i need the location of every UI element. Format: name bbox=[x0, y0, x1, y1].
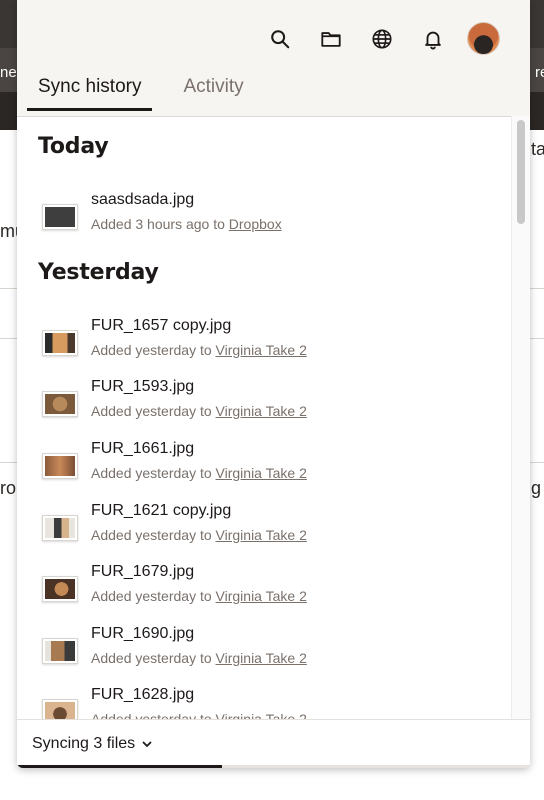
panel-header: Sync history Activity bbox=[17, 0, 530, 117]
panel-footer: Syncing 3 files bbox=[17, 719, 530, 768]
location-link[interactable]: Virginia Take 2 bbox=[216, 403, 307, 419]
location-link[interactable]: Virginia Take 2 bbox=[216, 650, 307, 666]
file-thumbnail bbox=[42, 576, 78, 602]
sync-history-list: Today saasdsada.jpg Added 3 hours ago to… bbox=[17, 116, 511, 719]
background-text-fragment: ro bbox=[0, 478, 17, 498]
list-item[interactable]: FUR_1690.jpg Added yesterday to Virginia… bbox=[41, 625, 501, 675]
syncing-files-label: Syncing 3 files bbox=[32, 735, 136, 752]
location-link[interactable]: Virginia Take 2 bbox=[216, 588, 307, 604]
file-detail-text: Added yesterday to bbox=[91, 527, 212, 543]
sync-progress-bar bbox=[17, 765, 530, 768]
file-detail: Added yesterday to Virginia Take 2 bbox=[91, 711, 307, 719]
background-text-fragment: re bbox=[535, 64, 544, 81]
chevron-down-icon bbox=[142, 741, 152, 747]
file-detail: Added yesterday to Virginia Take 2 bbox=[91, 588, 307, 604]
background-text-fragment: g bbox=[531, 478, 542, 498]
location-link[interactable]: Virginia Take 2 bbox=[216, 711, 307, 719]
syncing-files-button[interactable]: Syncing 3 files bbox=[32, 735, 153, 753]
globe-icon[interactable] bbox=[368, 25, 396, 53]
tab-activity[interactable]: Activity bbox=[172, 76, 254, 111]
file-detail-text: Added yesterday to bbox=[91, 588, 212, 604]
file-thumbnail bbox=[42, 699, 78, 719]
file-name: FUR_1679.jpg bbox=[91, 563, 195, 580]
file-detail: Added yesterday to Virginia Take 2 bbox=[91, 403, 307, 419]
file-thumbnail bbox=[42, 204, 78, 230]
folder-icon[interactable] bbox=[317, 25, 345, 53]
file-detail: Added yesterday to Virginia Take 2 bbox=[91, 465, 307, 481]
file-name: FUR_1621 copy.jpg bbox=[91, 502, 232, 519]
list-item[interactable]: FUR_1657 copy.jpg Added yesterday to Vir… bbox=[41, 317, 501, 367]
file-detail: Added yesterday to Virginia Take 2 bbox=[91, 342, 307, 358]
background-divider bbox=[0, 462, 17, 463]
list-item[interactable]: FUR_1628.jpg Added yesterday to Virginia… bbox=[41, 686, 501, 719]
background-text-fragment: ta bbox=[531, 139, 544, 159]
location-link[interactable]: Virginia Take 2 bbox=[216, 465, 307, 481]
background-divider bbox=[530, 288, 544, 289]
file-name: FUR_1628.jpg bbox=[91, 686, 195, 703]
bell-icon[interactable] bbox=[419, 25, 447, 53]
header-icons bbox=[243, 22, 500, 55]
file-name: FUR_1593.jpg bbox=[91, 378, 195, 395]
background-text-fragment: ne bbox=[0, 64, 17, 81]
file-name: saasdsada.jpg bbox=[91, 191, 195, 208]
search-icon[interactable] bbox=[266, 25, 294, 53]
list-item[interactable]: FUR_1593.jpg Added yesterday to Virginia… bbox=[41, 378, 501, 428]
location-link[interactable]: Virginia Take 2 bbox=[216, 342, 307, 358]
file-detail-text: Added yesterday to bbox=[91, 342, 212, 358]
section-title-yesterday: Yesterday bbox=[38, 260, 159, 285]
file-detail: Added yesterday to Virginia Take 2 bbox=[91, 650, 307, 666]
file-thumbnail bbox=[42, 391, 78, 417]
scrollbar[interactable] bbox=[511, 116, 530, 719]
file-thumbnail bbox=[42, 638, 78, 664]
tab-sync-history[interactable]: Sync history bbox=[27, 76, 153, 111]
file-thumbnail bbox=[42, 453, 78, 479]
user-avatar[interactable] bbox=[467, 22, 500, 55]
background-divider bbox=[0, 288, 17, 289]
location-link[interactable]: Dropbox bbox=[229, 216, 282, 232]
file-name: FUR_1657 copy.jpg bbox=[91, 317, 232, 334]
sync-progress-fill bbox=[17, 765, 223, 768]
section-title-today: Today bbox=[38, 134, 109, 159]
background-divider bbox=[0, 338, 17, 339]
list-item[interactable]: saasdsada.jpg Added 3 hours ago to Dropb… bbox=[41, 191, 501, 241]
tab-bar: Sync history Activity bbox=[27, 76, 275, 111]
list-item[interactable]: FUR_1661.jpg Added yesterday to Virginia… bbox=[41, 440, 501, 490]
file-detail-text: Added yesterday to bbox=[91, 650, 212, 666]
file-detail-text: Added yesterday to bbox=[91, 711, 212, 719]
file-detail: Added yesterday to Virginia Take 2 bbox=[91, 527, 307, 543]
background-divider bbox=[530, 338, 544, 339]
background-divider bbox=[530, 462, 544, 463]
location-link[interactable]: Virginia Take 2 bbox=[216, 527, 307, 543]
file-thumbnail bbox=[42, 330, 78, 356]
file-detail: Added 3 hours ago to Dropbox bbox=[91, 216, 282, 232]
file-name: FUR_1690.jpg bbox=[91, 625, 195, 642]
file-detail-text: Added yesterday to bbox=[91, 465, 212, 481]
file-thumbnail bbox=[42, 515, 78, 541]
file-detail-text: Added yesterday to bbox=[91, 403, 212, 419]
file-detail-text: Added 3 hours ago to bbox=[91, 216, 225, 232]
sync-panel: Sync history Activity Today saasdsada.jp… bbox=[17, 0, 530, 768]
scrollbar-thumb[interactable] bbox=[517, 120, 525, 224]
list-item[interactable]: FUR_1621 copy.jpg Added yesterday to Vir… bbox=[41, 502, 501, 552]
file-name: FUR_1661.jpg bbox=[91, 440, 195, 457]
list-item[interactable]: FUR_1679.jpg Added yesterday to Virginia… bbox=[41, 563, 501, 613]
